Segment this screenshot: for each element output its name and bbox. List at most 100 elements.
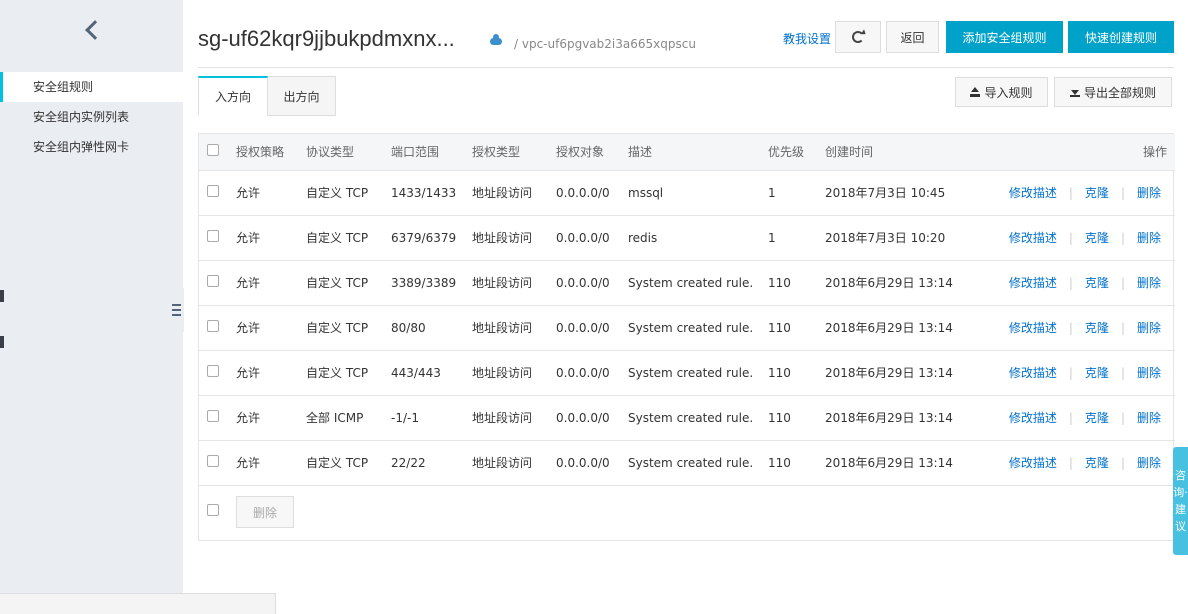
tab-inbound[interactable]: 入方向 — [198, 76, 268, 116]
sidebar-item-instances[interactable]: 安全组内实例列表 — [0, 102, 183, 132]
bottom-strip — [0, 593, 276, 614]
cell-auth-object: 0.0.0.0/0 — [556, 350, 628, 396]
cell-priority: 110 — [768, 395, 825, 441]
cell-auth-object: 0.0.0.0/0 — [556, 170, 628, 216]
cell-auth-object: 0.0.0.0/0 — [556, 260, 628, 306]
delete-link[interactable]: 删除 — [1137, 321, 1161, 335]
page-title: sg-uf62kqr9jjbukpdmxnx... — [198, 26, 455, 51]
cell-priority: 1 — [768, 170, 825, 216]
footer-select-all-checkbox[interactable] — [207, 504, 219, 516]
table-row: 允许 自定义 TCP 443/443 地址段访问 0.0.0.0/0 Syste… — [199, 350, 1175, 396]
bulk-delete-button[interactable]: 删除 — [236, 496, 294, 528]
cell-description: System created rule. — [628, 350, 768, 396]
clone-link[interactable]: 克隆 — [1085, 321, 1109, 335]
cell-priority: 110 — [768, 260, 825, 306]
edit-description-link[interactable]: 修改描述 — [1009, 321, 1057, 335]
row-checkbox[interactable] — [207, 275, 219, 287]
table-row: 允许 自定义 TCP 3389/3389 地址段访问 0.0.0.0/0 Sys… — [199, 260, 1175, 306]
divider: | — [1120, 231, 1125, 245]
clone-link[interactable]: 克隆 — [1085, 456, 1109, 470]
edit-description-link[interactable]: 修改描述 — [1009, 366, 1057, 380]
row-checkbox[interactable] — [207, 185, 219, 197]
sidebar-item-eni[interactable]: 安全组内弹性网卡 — [0, 132, 183, 162]
cell-port: 3389/3389 — [391, 260, 472, 306]
divider: | — [1120, 186, 1125, 200]
delete-link[interactable]: 删除 — [1137, 456, 1161, 470]
cell-policy: 允许 — [236, 440, 306, 486]
select-all-checkbox[interactable] — [207, 144, 219, 157]
cell-priority: 110 — [768, 305, 825, 351]
cell-policy: 允许 — [236, 305, 306, 351]
cell-port: 22/22 — [391, 440, 472, 486]
cell-created: 2018年6月29日 13:14 — [825, 305, 980, 351]
chevron-left-icon[interactable] — [84, 20, 105, 40]
edit-description-link[interactable]: 修改描述 — [1009, 231, 1057, 245]
cell-port: -1/-1 — [391, 395, 472, 441]
divider: | — [1068, 276, 1073, 290]
cell-policy: 允许 — [236, 260, 306, 306]
delete-link[interactable]: 删除 — [1137, 186, 1161, 200]
table-row: 允许 全部 ICMP -1/-1 地址段访问 0.0.0.0/0 System … — [199, 395, 1175, 441]
cell-auth-type: 地址段访问 — [472, 395, 556, 441]
cell-description: redis — [628, 215, 768, 261]
cell-protocol: 自定义 TCP — [306, 440, 391, 486]
clone-link[interactable]: 克隆 — [1085, 186, 1109, 200]
cell-created: 2018年6月29日 13:14 — [825, 395, 980, 441]
import-rules-button[interactable]: 导入规则 — [955, 77, 1048, 107]
upload-icon — [970, 87, 981, 97]
cell-policy: 允许 — [236, 170, 306, 216]
cell-auth-object: 0.0.0.0/0 — [556, 215, 628, 261]
quick-create-button[interactable]: 快速创建规则 — [1068, 21, 1174, 53]
cell-protocol: 自定义 TCP — [306, 215, 391, 261]
row-checkbox[interactable] — [207, 455, 219, 467]
rules-table: 授权策略 协议类型 端口范围 授权类型 授权对象 描述 优先级 创建时间 操作 … — [198, 133, 1175, 541]
cell-created: 2018年7月3日 10:20 — [825, 215, 980, 261]
cell-port: 443/443 — [391, 350, 472, 396]
delete-link[interactable]: 删除 — [1137, 411, 1161, 425]
add-rule-button[interactable]: 添加安全组规则 — [946, 21, 1063, 53]
cell-auth-type: 地址段访问 — [472, 305, 556, 351]
cell-description: mssql — [628, 170, 768, 216]
window-edge-mark — [0, 290, 4, 302]
delete-link[interactable]: 删除 — [1137, 276, 1161, 290]
refresh-button[interactable] — [835, 21, 881, 53]
row-checkbox[interactable] — [207, 365, 219, 377]
cell-policy: 允许 — [236, 395, 306, 441]
edit-description-link[interactable]: 修改描述 — [1009, 411, 1057, 425]
cell-auth-type: 地址段访问 — [472, 350, 556, 396]
main-content: sg-uf62kqr9jjbukpdmxnx... / vpc-uf6pgvab… — [198, 0, 1175, 541]
cell-port: 6379/6379 — [391, 215, 472, 261]
divider: | — [1120, 276, 1125, 290]
edit-description-link[interactable]: 修改描述 — [1009, 186, 1057, 200]
cell-priority: 110 — [768, 350, 825, 396]
delete-link[interactable]: 删除 — [1137, 231, 1161, 245]
menu-collapse-icon — [171, 304, 181, 316]
sidebar-collapse-toggle[interactable] — [168, 288, 184, 332]
tab-outbound[interactable]: 出方向 — [268, 76, 336, 116]
export-rules-button[interactable]: 导出全部规则 — [1054, 77, 1172, 107]
cell-description: System created rule. — [628, 395, 768, 441]
table-header-row: 授权策略 协议类型 端口范围 授权类型 授权对象 描述 优先级 创建时间 操作 — [199, 134, 1175, 171]
consult-feedback-tab[interactable]: 咨询·建议 — [1173, 447, 1188, 555]
row-checkbox[interactable] — [207, 410, 219, 422]
col-created: 创建时间 — [825, 134, 980, 171]
sidebar-item-rules[interactable]: 安全组规则 — [0, 72, 183, 102]
back-button[interactable]: 返回 — [886, 21, 939, 53]
clone-link[interactable]: 克隆 — [1085, 231, 1109, 245]
row-checkbox[interactable] — [207, 230, 219, 242]
cell-policy: 允许 — [236, 350, 306, 396]
divider: | — [1068, 456, 1073, 470]
clone-link[interactable]: 克隆 — [1085, 366, 1109, 380]
col-auth-type: 授权类型 — [472, 134, 556, 171]
help-link[interactable]: 教我设置 — [783, 30, 831, 47]
clone-link[interactable]: 克隆 — [1085, 276, 1109, 290]
sidebar-back[interactable] — [0, 0, 183, 72]
delete-link[interactable]: 删除 — [1137, 366, 1161, 380]
cell-auth-object: 0.0.0.0/0 — [556, 440, 628, 486]
edit-description-link[interactable]: 修改描述 — [1009, 456, 1057, 470]
row-checkbox[interactable] — [207, 320, 219, 332]
window-edge-mark — [0, 336, 4, 348]
edit-description-link[interactable]: 修改描述 — [1009, 276, 1057, 290]
cell-auth-object: 0.0.0.0/0 — [556, 395, 628, 441]
clone-link[interactable]: 克隆 — [1085, 411, 1109, 425]
